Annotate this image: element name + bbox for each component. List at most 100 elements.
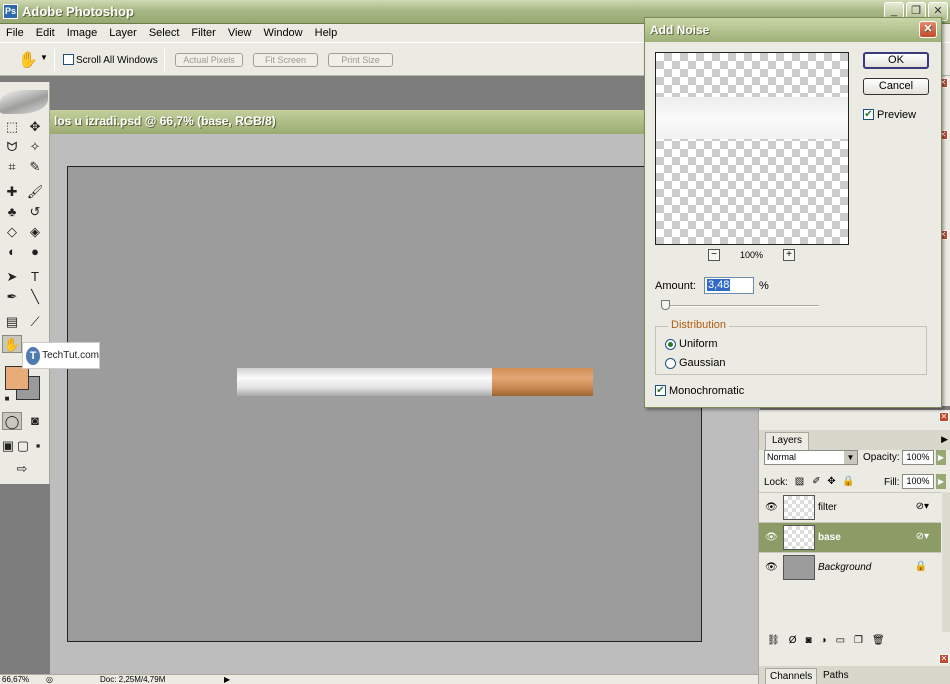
- lock-all-icon[interactable]: 🔒: [842, 476, 854, 487]
- menu-window[interactable]: Window: [258, 27, 309, 39]
- distribution-label: Distribution: [668, 319, 730, 331]
- marquee-tool-icon[interactable]: ⬚: [2, 118, 22, 136]
- lock-position-icon[interactable]: ✥: [826, 476, 837, 487]
- line-tool-icon[interactable]: ╲: [25, 288, 45, 306]
- preview-checkbox[interactable]: ✔: [863, 109, 874, 120]
- amount-input[interactable]: 3,48: [704, 277, 754, 294]
- dialog-titlebar: Add Noise ✕: [645, 18, 941, 42]
- hand-tool-preset-icon[interactable]: ✋: [18, 50, 38, 70]
- print-size-button[interactable]: Print Size: [328, 53, 393, 67]
- chevron-down-icon[interactable]: ▼: [40, 53, 48, 62]
- eraser-tool-icon[interactable]: ◇: [2, 223, 22, 241]
- layer-row-background[interactable]: 👁 Background 🔒: [759, 552, 941, 582]
- move-tool-icon[interactable]: ✥: [25, 118, 45, 136]
- fit-screen-button[interactable]: Fit Screen: [253, 53, 318, 67]
- lasso-tool-icon[interactable]: ᗢ: [2, 138, 22, 156]
- preview-zoom-in-button[interactable]: +: [783, 249, 795, 261]
- paint-bucket-tool-icon[interactable]: ◈: [25, 223, 45, 241]
- cigarette-filter-shape: [492, 368, 593, 396]
- palette-close-icon[interactable]: ✕: [939, 412, 949, 422]
- scroll-all-windows-checkbox[interactable]: [63, 54, 74, 65]
- checkmark-icon: ✔: [864, 109, 873, 120]
- jump-to-imageready-icon[interactable]: ⇨: [2, 460, 42, 478]
- layers-scrollbar[interactable]: [942, 492, 950, 632]
- blur-tool-icon[interactable]: ◐: [2, 243, 22, 261]
- gaussian-radio[interactable]: [665, 358, 676, 369]
- tab-layers[interactable]: Layers: [765, 432, 809, 450]
- amount-slider-thumb[interactable]: [661, 300, 670, 310]
- menu-view[interactable]: View: [222, 27, 258, 39]
- notes-tool-icon[interactable]: ▤: [2, 313, 22, 331]
- magic-wand-tool-icon[interactable]: ✧: [25, 138, 45, 156]
- palette-menu-icon[interactable]: ▶: [941, 434, 948, 445]
- visibility-eye-icon[interactable]: 👁: [765, 502, 778, 513]
- adjustment-layer-icon[interactable]: ◑: [821, 635, 827, 651]
- status-menu-arrow-icon[interactable]: ▶: [224, 675, 230, 684]
- actual-pixels-button[interactable]: Actual Pixels: [175, 53, 243, 67]
- add-style-icon[interactable]: Ø: [789, 635, 797, 651]
- layer-effects-icon[interactable]: ⊘▾: [916, 501, 929, 512]
- channels-tab-bar: Channels Paths: [759, 666, 950, 684]
- menu-select[interactable]: Select: [143, 27, 186, 39]
- palette-close-icon[interactable]: ✕: [939, 654, 949, 664]
- slice-tool-icon[interactable]: ✎: [25, 158, 45, 176]
- visibility-eye-icon[interactable]: 👁: [765, 562, 778, 573]
- menu-layer[interactable]: Layer: [103, 27, 143, 39]
- type-tool-icon[interactable]: T: [25, 268, 45, 286]
- link-icon[interactable]: ⛓: [767, 635, 780, 651]
- tab-paths[interactable]: Paths: [819, 668, 853, 684]
- monochromatic-checkbox[interactable]: ✔: [655, 385, 666, 396]
- layer-thumbnail: [783, 555, 815, 580]
- menu-image[interactable]: Image: [61, 27, 104, 39]
- dialog-close-button[interactable]: ✕: [919, 21, 937, 38]
- layer-row-filter[interactable]: 👁 filter ⊘▾: [759, 492, 941, 522]
- image-canvas[interactable]: [67, 166, 702, 642]
- amount-slider[interactable]: [661, 300, 819, 310]
- brush-tool-icon[interactable]: 🖌: [25, 183, 45, 201]
- lock-image-icon[interactable]: ✐: [811, 476, 822, 487]
- full-screen-mode-icon[interactable]: ▪: [30, 437, 46, 455]
- dodge-tool-icon[interactable]: ●: [25, 243, 45, 261]
- visibility-eye-icon[interactable]: 👁: [765, 532, 778, 543]
- standard-screen-mode-icon[interactable]: ▣: [0, 437, 16, 455]
- opacity-slider-arrow-icon[interactable]: ▶: [936, 450, 946, 465]
- lock-transparency-icon[interactable]: ▨: [794, 476, 805, 487]
- uniform-radio[interactable]: [665, 339, 676, 350]
- eyedropper-tool-icon[interactable]: ⟋: [25, 313, 45, 331]
- trash-icon[interactable]: 🗑: [872, 635, 885, 651]
- layer-effects-icon[interactable]: ⊘▾: [916, 531, 929, 542]
- add-mask-icon[interactable]: ◙: [805, 635, 811, 651]
- cancel-button[interactable]: Cancel: [863, 78, 929, 95]
- clone-stamp-tool-icon[interactable]: ♣: [2, 203, 22, 221]
- tab-channels[interactable]: Channels: [765, 668, 818, 684]
- opacity-input[interactable]: 100%: [902, 450, 934, 465]
- filter-preview[interactable]: [655, 52, 849, 245]
- preview-zoom-out-button[interactable]: −: [708, 249, 720, 261]
- standard-mode-icon[interactable]: ◯: [2, 412, 22, 430]
- menu-filter[interactable]: Filter: [185, 27, 221, 39]
- blend-mode-select[interactable]: Normal ▼: [764, 450, 858, 465]
- default-colors-icon[interactable]: ■: [2, 390, 12, 408]
- ok-button[interactable]: OK: [863, 52, 929, 69]
- path-selection-tool-icon[interactable]: ➤: [2, 268, 22, 286]
- fill-slider-arrow-icon[interactable]: ▶: [936, 474, 946, 489]
- app-title: Adobe Photoshop: [22, 4, 134, 19]
- status-navigator-icon[interactable]: ◎: [46, 675, 53, 684]
- pen-tool-icon[interactable]: ✒: [2, 288, 22, 306]
- menu-file[interactable]: File: [0, 27, 30, 39]
- menu-help[interactable]: Help: [309, 27, 344, 39]
- full-screen-menu-mode-icon[interactable]: ▢: [15, 437, 31, 455]
- crop-tool-icon[interactable]: ⌗: [2, 158, 22, 176]
- layer-row-base[interactable]: 👁 base ⊘▾: [759, 522, 941, 552]
- zoom-readout[interactable]: 66,67%: [2, 675, 29, 684]
- new-group-icon[interactable]: ▭: [836, 635, 845, 651]
- menu-edit[interactable]: Edit: [30, 27, 61, 39]
- healing-brush-tool-icon[interactable]: ✚: [2, 183, 22, 201]
- fill-label: Fill:: [884, 477, 900, 488]
- history-brush-tool-icon[interactable]: ↺: [25, 203, 45, 221]
- hand-tool-icon[interactable]: ✋: [2, 335, 22, 353]
- fill-input[interactable]: 100%: [902, 474, 934, 489]
- new-layer-icon[interactable]: ❐: [854, 635, 863, 651]
- foreground-color-swatch[interactable]: [5, 366, 29, 390]
- quick-mask-mode-icon[interactable]: ◙: [25, 412, 45, 430]
